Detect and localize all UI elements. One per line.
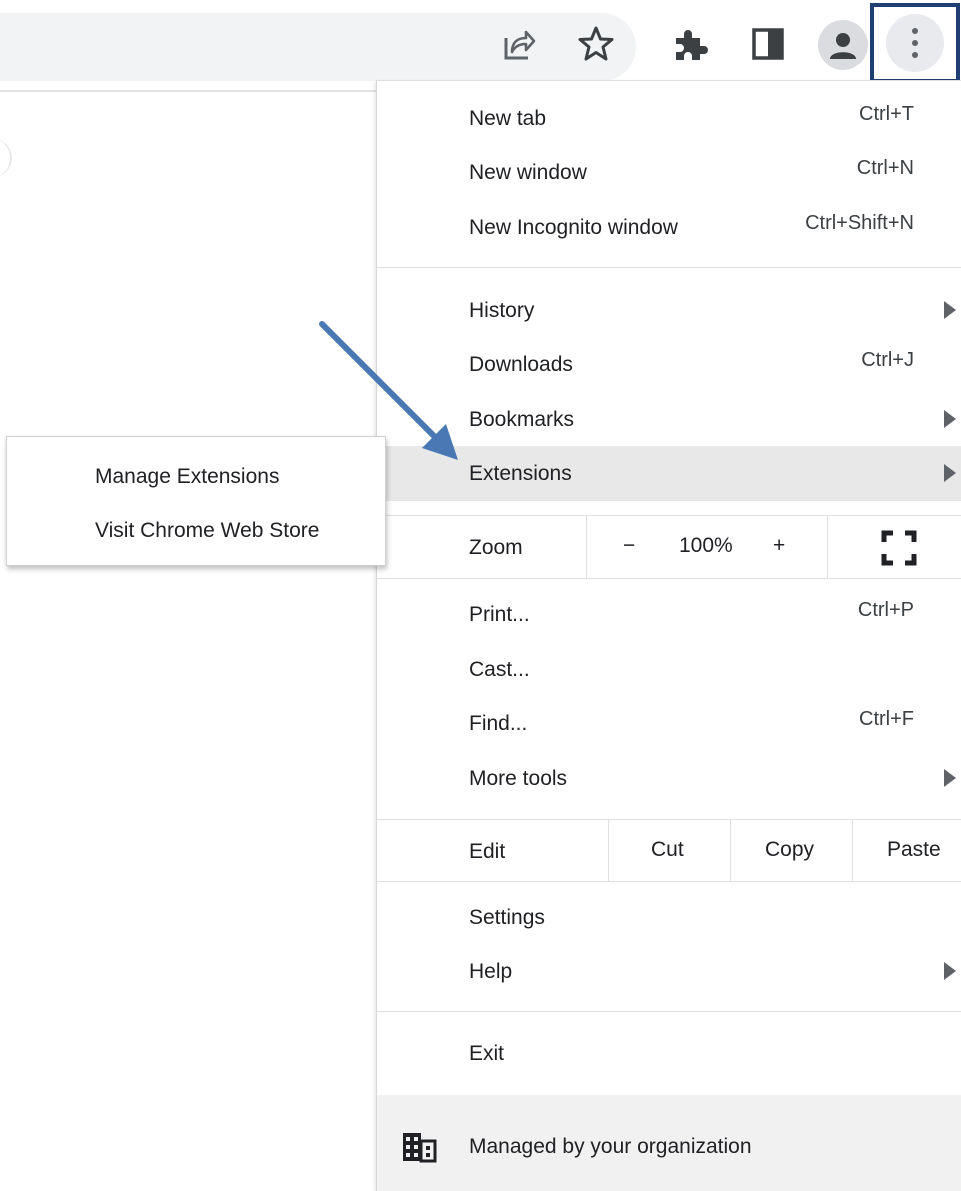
- menu-item-shortcut: Ctrl+N: [856, 157, 914, 179]
- menu-item-find[interactable]: Find... Ctrl+F: [377, 698, 961, 752]
- menu-item-label: Extensions: [469, 462, 572, 485]
- menu-button-highlight-box: [870, 3, 960, 83]
- managed-by-organization[interactable]: Managed by your organization: [377, 1095, 961, 1191]
- vertical-divider: [852, 820, 853, 882]
- menu-item-label: Print...: [469, 603, 530, 626]
- menu-item-label: Cast...: [469, 658, 530, 681]
- menu-separator: [377, 881, 961, 882]
- menu-item-label: History: [469, 299, 535, 322]
- submenu-arrow-icon: [944, 301, 956, 319]
- menu-item-new-tab[interactable]: New tab Ctrl+T: [377, 93, 961, 147]
- menu-item-label: New Incognito window: [469, 216, 678, 239]
- page-divider: [0, 90, 380, 92]
- submenu-arrow-icon: [944, 769, 956, 787]
- submenu-arrow-icon: [944, 464, 956, 482]
- chrome-main-menu: New tab Ctrl+T New window Ctrl+N New Inc…: [376, 80, 961, 1191]
- menu-item-label: New tab: [469, 107, 547, 130]
- zoom-in-button[interactable]: +: [773, 534, 785, 558]
- menu-item-new-incognito-window[interactable]: New Incognito window Ctrl+Shift+N: [377, 202, 961, 256]
- browser-toolbar: [0, 0, 961, 88]
- menu-item-shortcut: Ctrl+T: [859, 103, 914, 125]
- vertical-divider: [827, 516, 828, 578]
- zoom-out-button[interactable]: −: [623, 534, 635, 558]
- edit-label: Edit: [469, 840, 506, 863]
- zoom-level: 100%: [679, 534, 733, 557]
- managed-label: Managed by your organization: [469, 1135, 752, 1158]
- zoom-label: Zoom: [469, 536, 523, 559]
- side-panel-icon[interactable]: [742, 18, 794, 70]
- vertical-divider: [730, 820, 731, 882]
- submenu-item-manage-extensions[interactable]: Manage Extensions: [95, 465, 279, 489]
- cut-button[interactable]: Cut: [651, 838, 684, 862]
- menu-separator: [377, 578, 961, 579]
- menu-item-exit[interactable]: Exit: [377, 1028, 961, 1082]
- building-icon: [403, 1133, 437, 1163]
- vertical-divider: [586, 516, 587, 578]
- menu-item-help[interactable]: Help: [377, 946, 961, 1000]
- zoom-row: Zoom − 100% +: [377, 516, 961, 578]
- fullscreen-icon[interactable]: [881, 530, 917, 566]
- menu-item-label: Help: [469, 960, 513, 983]
- menu-item-cast[interactable]: Cast...: [377, 644, 961, 698]
- submenu-arrow-icon: [944, 962, 956, 980]
- profile-avatar-icon[interactable]: [818, 20, 868, 70]
- menu-item-shortcut: Ctrl+J: [861, 349, 914, 371]
- menu-separator: [377, 267, 961, 268]
- menu-item-new-window[interactable]: New window Ctrl+N: [377, 147, 961, 201]
- paste-button[interactable]: Paste: [887, 838, 941, 862]
- submenu-item-visit-chrome-web-store[interactable]: Visit Chrome Web Store: [95, 519, 319, 543]
- share-icon[interactable]: [492, 18, 544, 70]
- menu-item-label: New window: [469, 161, 587, 184]
- menu-item-label: Downloads: [469, 353, 573, 376]
- menu-item-label: Find...: [469, 712, 528, 735]
- menu-item-shortcut: Ctrl+Shift+N: [805, 212, 914, 234]
- menu-item-print[interactable]: Print... Ctrl+P: [377, 589, 961, 643]
- menu-separator: [377, 1011, 961, 1012]
- menu-item-label: Exit: [469, 1042, 505, 1065]
- edit-row: Edit Cut Copy Paste: [377, 820, 961, 882]
- annotation-arrow-icon: [319, 321, 458, 460]
- menu-item-label: Settings: [469, 906, 545, 929]
- more-vert-icon[interactable]: [886, 14, 944, 72]
- vertical-divider: [608, 820, 609, 882]
- menu-item-more-tools[interactable]: More tools: [377, 753, 961, 807]
- menu-item-settings[interactable]: Settings: [377, 892, 961, 946]
- submenu-arrow-icon: [944, 410, 956, 428]
- menu-item-shortcut: Ctrl+P: [857, 599, 914, 621]
- menu-item-label: Bookmarks: [469, 408, 575, 431]
- menu-item-label: More tools: [469, 767, 568, 790]
- bookmark-star-icon[interactable]: [570, 18, 622, 70]
- copy-button[interactable]: Copy: [765, 838, 814, 862]
- page-search-box-edge: [0, 138, 12, 178]
- extensions-puzzle-icon[interactable]: [664, 18, 716, 70]
- menu-item-shortcut: Ctrl+F: [859, 708, 914, 730]
